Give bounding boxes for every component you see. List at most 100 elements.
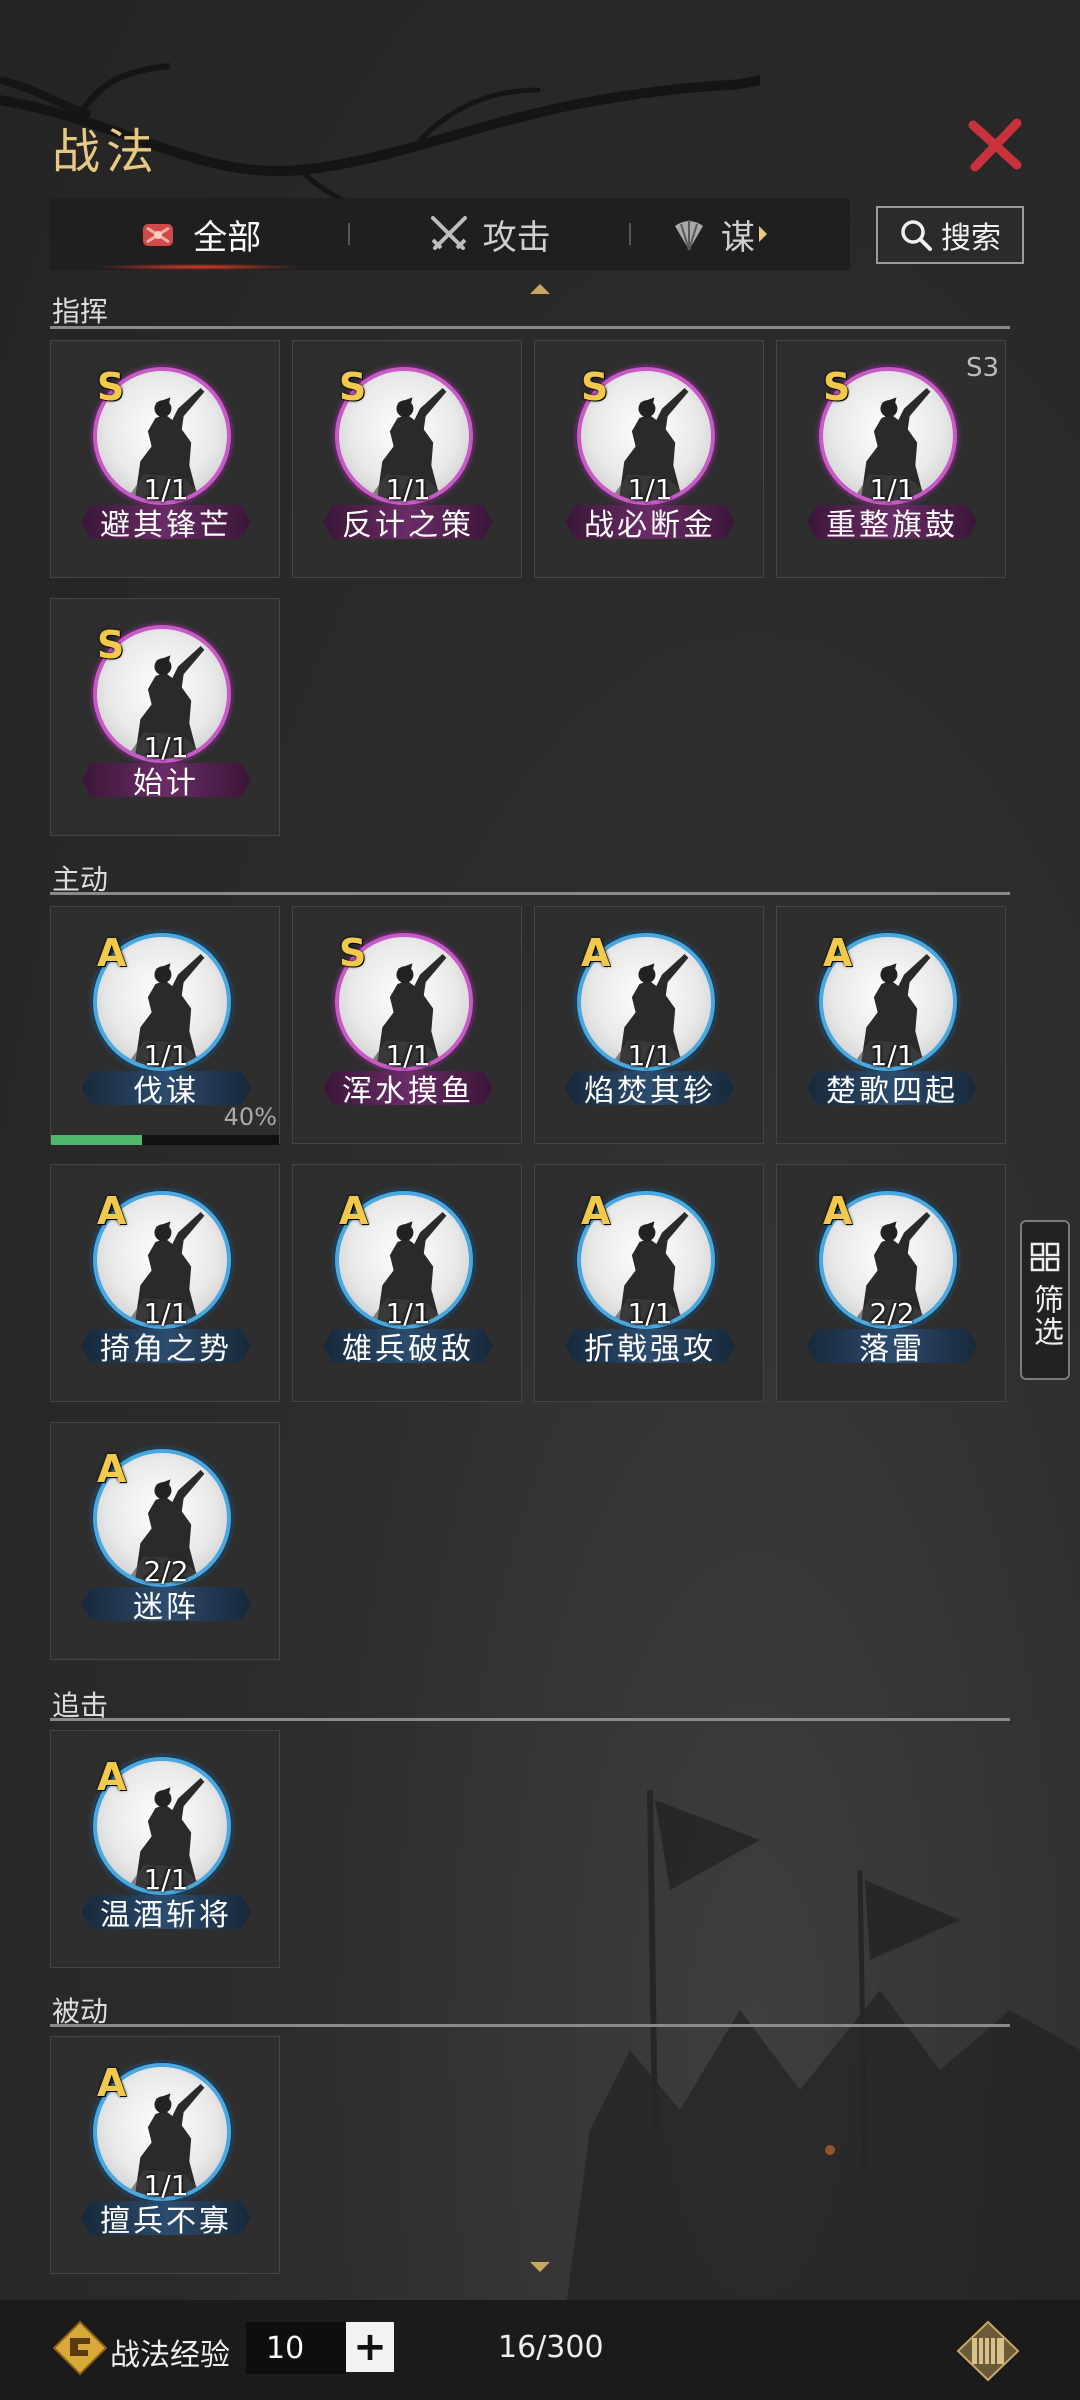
grade-badge: A: [581, 931, 611, 975]
grade-badge: S: [339, 365, 367, 409]
scroll-down-arrow-icon: [530, 2262, 550, 2272]
skill-card[interactable]: S 1/1 战必断金: [534, 340, 764, 578]
section-divider: [50, 892, 1010, 895]
progress-percent: 40%: [223, 1103, 277, 1131]
grade-badge: S: [581, 365, 609, 409]
skill-card[interactable]: A 1/1 雄兵破敌: [292, 1164, 522, 1402]
skill-card[interactable]: A 1/1 掎角之势: [50, 1164, 280, 1402]
feather-fan-icon: [671, 216, 707, 252]
skill-card[interactable]: S 1/1 浑水摸鱼: [292, 906, 522, 1144]
bottom-bar: 战法经验 10 + 16/300: [0, 2300, 1080, 2400]
skill-count: 1/1: [385, 1039, 431, 1072]
storage-menu-icon[interactable]: [956, 2320, 1020, 2382]
skill-name: 折戟强攻: [565, 1329, 735, 1363]
grade-badge: A: [581, 1189, 611, 1233]
skill-name: 避其锋芒: [81, 505, 251, 539]
grade-badge: S: [97, 623, 125, 667]
section-divider: [50, 1718, 1010, 1721]
tab-strategy[interactable]: 谋: [631, 198, 850, 270]
skill-card[interactable]: S 1/1 重整旗鼓 S3: [776, 340, 1006, 578]
skill-count: 2/2: [143, 1555, 189, 1588]
skill-card[interactable]: A 1/1 伐谋 40%: [50, 906, 280, 1145]
skill-name: 温酒斩将: [81, 1895, 251, 1929]
skill-name: 反计之策: [323, 505, 493, 539]
skill-count: 1/1: [143, 2169, 189, 2202]
skill-card[interactable]: S 1/1 始计: [50, 598, 280, 836]
skill-card[interactable]: A 2/2 落雷: [776, 1164, 1006, 1402]
battle-silhouette-decoration: [560, 1789, 1080, 2350]
tab-all-label: 全部: [193, 217, 262, 258]
filter-button-label: 筛选: [1028, 1284, 1063, 1348]
category-tab-bar: 全部 攻击 谋: [50, 198, 850, 270]
skill-count: 1/1: [143, 1863, 189, 1896]
grade-badge: A: [97, 1447, 127, 1491]
skill-count: 1/1: [385, 1297, 431, 1330]
chevron-right-icon: [758, 226, 767, 242]
tab-all[interactable]: 全部: [50, 198, 348, 270]
skill-card[interactable]: A 2/2 迷阵: [50, 1422, 280, 1660]
skill-name: 擅兵不寡: [81, 2201, 251, 2235]
crossed-swords-icon: [429, 214, 469, 254]
section-title-command: 指挥: [52, 295, 109, 328]
skill-count: 1/1: [143, 731, 189, 764]
grade-badge: A: [97, 1189, 127, 1233]
skill-name: 落雷: [807, 1329, 977, 1363]
progress-bar: [51, 1135, 279, 1145]
grade-badge: A: [823, 1189, 853, 1233]
skill-count: 1/1: [143, 1039, 189, 1072]
skill-count: 1/1: [385, 473, 431, 506]
skill-card[interactable]: S 1/1 反计之策: [292, 340, 522, 578]
skill-name: 始计: [81, 763, 251, 797]
tab-strategy-label: 谋: [720, 217, 755, 258]
section-divider: [50, 326, 1010, 329]
skill-count: 1/1: [143, 1297, 189, 1330]
grade-badge: A: [339, 1189, 369, 1233]
skill-count: 1/1: [869, 1039, 915, 1072]
grade-badge: A: [823, 931, 853, 975]
skill-exp-label: 战法经验: [110, 2338, 230, 2373]
skill-exp-value: 10: [246, 2322, 346, 2374]
skill-card[interactable]: A 1/1 焰焚其轸: [534, 906, 764, 1144]
skill-count: 1/1: [143, 473, 189, 506]
grade-badge: A: [97, 931, 127, 975]
skill-card[interactable]: A 1/1 楚歌四起: [776, 906, 1006, 1144]
skill-card[interactable]: A 1/1 擅兵不寡: [50, 2036, 280, 2274]
scroll-icon: [137, 216, 179, 252]
skill-card[interactable]: S 1/1 避其锋芒: [50, 340, 280, 578]
tab-attack-label: 攻击: [482, 217, 551, 258]
skill-count: 1/1: [627, 1297, 673, 1330]
season-tag: S3: [965, 353, 999, 383]
grade-badge: S: [339, 931, 367, 975]
filter-button[interactable]: 筛选: [1020, 1220, 1070, 1380]
skill-capacity-count: 16/300: [498, 2330, 604, 2365]
skill-count: 1/1: [627, 1039, 673, 1072]
grade-badge: A: [97, 1755, 127, 1799]
skill-name: 战必断金: [565, 505, 735, 539]
skill-count: 1/1: [627, 473, 673, 506]
skill-name: 雄兵破敌: [323, 1329, 493, 1363]
skill-name: 楚歌四起: [807, 1071, 977, 1105]
skill-card[interactable]: A 1/1 折戟强攻: [534, 1164, 764, 1402]
skill-name: 伐谋: [81, 1071, 251, 1105]
skill-name: 焰焚其轸: [565, 1071, 735, 1105]
search-icon: [901, 220, 932, 251]
skill-exp-icon: [52, 2320, 108, 2376]
skill-count: 2/2: [869, 1297, 915, 1330]
skill-name: 迷阵: [81, 1587, 251, 1621]
add-exp-button[interactable]: +: [346, 2322, 394, 2372]
grid-filter-icon: [1030, 1242, 1060, 1272]
progress-fill: [51, 1135, 143, 1145]
skill-name: 浑水摸鱼: [323, 1071, 493, 1105]
close-icon[interactable]: [965, 115, 1025, 175]
skill-name: 掎角之势: [81, 1329, 251, 1363]
grade-badge: S: [823, 365, 851, 409]
skill-count: 1/1: [869, 473, 915, 506]
skill-card[interactable]: A 1/1 温酒斩将: [50, 1730, 280, 1968]
page-title: 战法: [52, 124, 161, 180]
grade-badge: S: [97, 365, 125, 409]
search-button-label: 搜索: [941, 221, 1001, 256]
skill-name: 重整旗鼓: [807, 505, 977, 539]
search-button[interactable]: 搜索: [876, 206, 1024, 264]
scroll-up-arrow-icon: [530, 284, 550, 294]
tab-attack[interactable]: 攻击: [350, 198, 629, 270]
